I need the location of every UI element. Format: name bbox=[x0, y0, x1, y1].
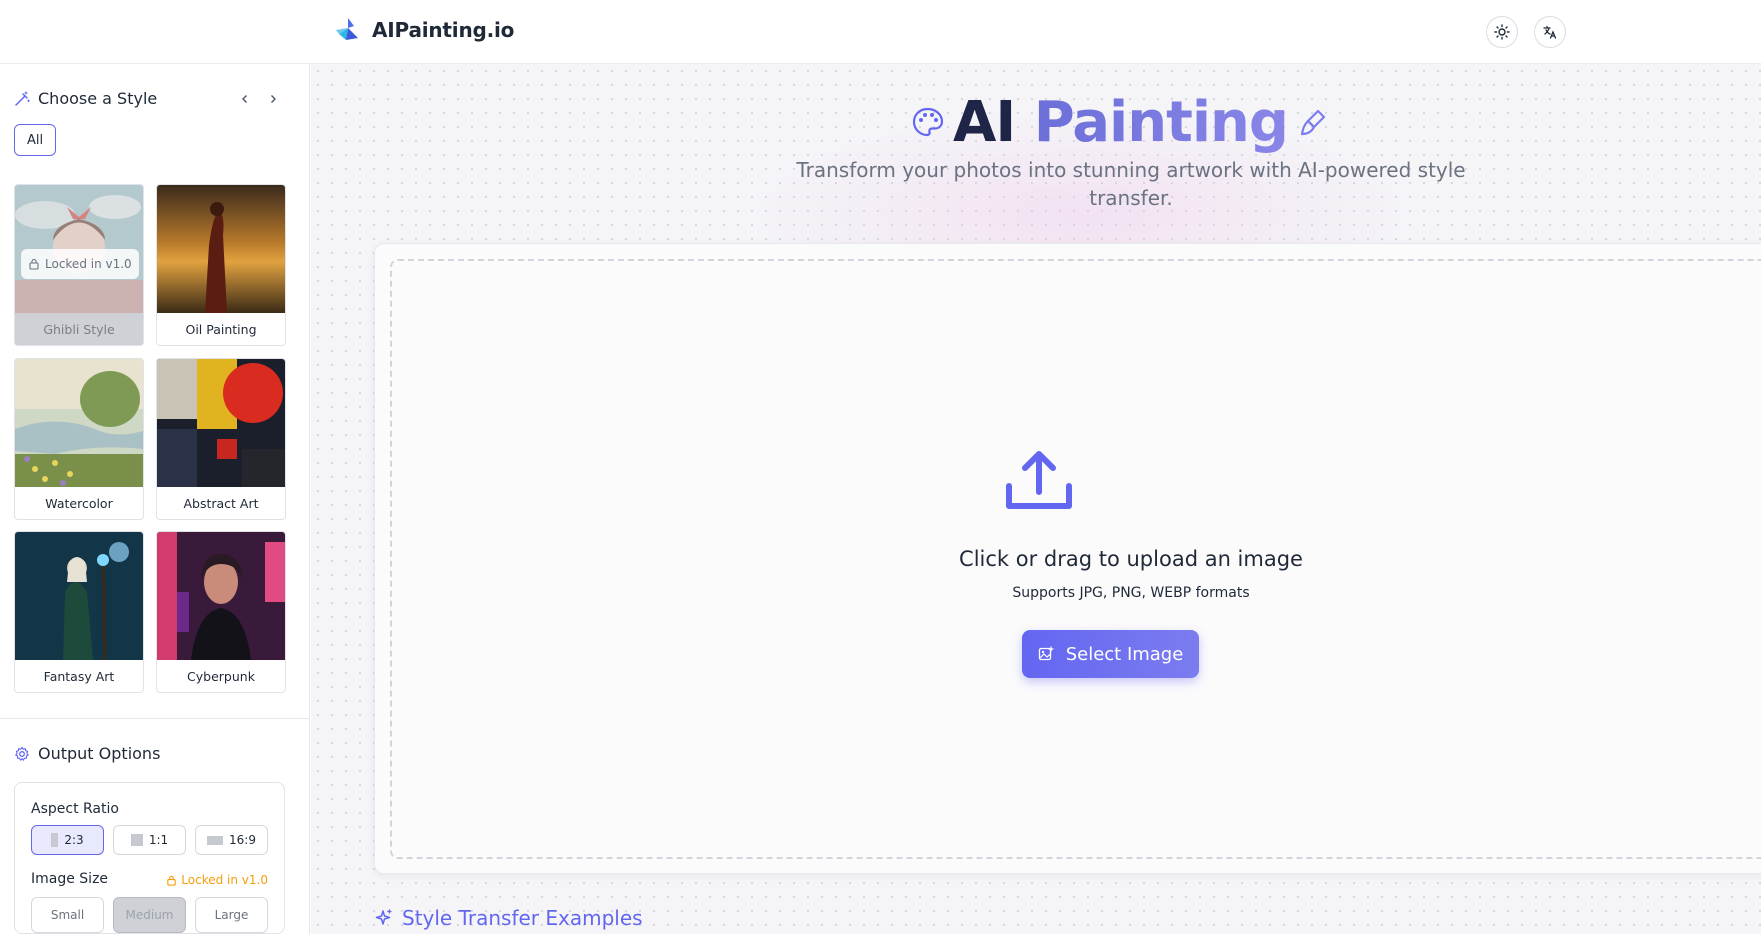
upload-title: Click or drag to upload an image bbox=[959, 547, 1303, 571]
hero-subtitle: Transform your photos into stunning artw… bbox=[796, 158, 1466, 210]
oil-painting-thumbnail bbox=[157, 185, 285, 313]
lock-icon bbox=[29, 258, 39, 270]
sidebar-divider bbox=[0, 718, 309, 719]
lock-icon bbox=[167, 875, 177, 886]
filter-all[interactable]: All bbox=[14, 124, 56, 156]
top-header: AIPainting.io bbox=[0, 0, 1761, 64]
hero-title: AI Painting bbox=[953, 89, 1289, 155]
upload-formats: Supports JPG, PNG, WEBP formats bbox=[1012, 585, 1250, 601]
hero-title-part2: Painting bbox=[1033, 89, 1289, 155]
output-section-title: Output Options bbox=[14, 744, 160, 763]
style-card-label: Ghibli Style bbox=[15, 313, 143, 345]
upload-icon bbox=[1006, 451, 1072, 509]
palette-icon bbox=[912, 107, 944, 137]
style-card-abstract-art[interactable]: Abstract Art bbox=[156, 358, 286, 520]
aspect-ratio-1-1[interactable]: 1:1 bbox=[113, 825, 186, 855]
aspect-ratio-option-label: 2:3 bbox=[64, 833, 84, 847]
select-image-label: Select Image bbox=[1065, 643, 1184, 665]
sun-icon bbox=[1494, 24, 1510, 40]
examples-heading: Style Transfer Examples bbox=[374, 906, 643, 930]
style-card-label: Watercolor bbox=[45, 495, 113, 511]
abstract-art-thumbnail bbox=[157, 359, 285, 487]
output-options-panel: Aspect Ratio 2:3 1:1 16:9 Image Size Loc… bbox=[14, 782, 285, 934]
locked-badge-text: Locked in v1.0 bbox=[45, 257, 132, 271]
style-card-watercolor[interactable]: Watercolor bbox=[14, 358, 144, 520]
output-section-label: Output Options bbox=[38, 744, 161, 763]
style-section-label: Choose a Style bbox=[38, 89, 158, 108]
aspect-ratio-option-label: 1:1 bbox=[148, 833, 169, 847]
aspect-ratio-2-3[interactable]: 2:3 bbox=[31, 825, 104, 855]
style-card-fantasy-art[interactable]: Fantasy Art bbox=[14, 531, 144, 693]
fantasy-art-thumbnail bbox=[15, 532, 143, 660]
style-section-title: Choose a Style bbox=[14, 89, 157, 108]
examples-title: Style Transfer Examples bbox=[402, 906, 643, 930]
style-next-button[interactable] bbox=[262, 88, 284, 110]
style-prev-button[interactable] bbox=[234, 88, 256, 110]
aspect-ratio-option-label: 16:9 bbox=[229, 833, 256, 847]
brand-name: AIPainting.io bbox=[372, 18, 515, 42]
hero-title-part1: AI bbox=[953, 89, 1016, 155]
style-card-cyberpunk[interactable]: Cyberpunk bbox=[156, 531, 286, 693]
magic-wand-icon bbox=[15, 90, 30, 106]
image-size-small[interactable]: Small bbox=[31, 897, 104, 933]
style-card-oil-painting[interactable]: Oil Painting bbox=[156, 184, 286, 346]
theme-toggle-button[interactable] bbox=[1486, 16, 1518, 48]
settings-icon bbox=[15, 746, 29, 761]
portrait-ratio-icon bbox=[51, 833, 59, 847]
image-size-large[interactable]: Large bbox=[195, 897, 268, 933]
square-ratio-icon bbox=[130, 834, 143, 846]
sparkles-icon bbox=[375, 909, 392, 925]
main-content: AI Painting Transform your photos into s… bbox=[311, 64, 1761, 934]
image-size-label: Image Size bbox=[31, 871, 109, 887]
chevron-right-icon bbox=[271, 95, 276, 103]
image-size-lock-note: Locked in v1.0 bbox=[166, 873, 268, 887]
style-card-label: Cyberpunk bbox=[187, 668, 255, 684]
aspect-ratio-16-9[interactable]: 16:9 bbox=[195, 825, 268, 855]
style-card-label: Abstract Art bbox=[183, 495, 259, 511]
translate-icon bbox=[1543, 25, 1557, 39]
style-card-ghibli[interactable]: Locked in v1.0 Ghibli Style bbox=[14, 184, 144, 346]
lock-note-text: Locked in v1.0 bbox=[181, 873, 268, 887]
image-add-icon bbox=[1038, 646, 1054, 661]
landscape-ratio-icon bbox=[207, 835, 224, 845]
locked-badge: Locked in v1.0 bbox=[21, 249, 139, 279]
image-size-medium[interactable]: Medium bbox=[113, 897, 186, 933]
aspect-ratio-label: Aspect Ratio bbox=[31, 801, 119, 817]
watercolor-thumbnail bbox=[15, 359, 143, 487]
chevron-left-icon bbox=[242, 95, 247, 103]
brand[interactable]: AIPainting.io bbox=[334, 16, 514, 44]
logo-icon bbox=[336, 18, 358, 40]
paintbrush-icon bbox=[1300, 109, 1326, 136]
style-card-label: Oil Painting bbox=[185, 321, 257, 337]
hero-heading: AI Painting bbox=[911, 89, 1330, 155]
select-image-button[interactable]: Select Image bbox=[1022, 630, 1199, 678]
style-card-label: Fantasy Art bbox=[43, 668, 115, 684]
language-button[interactable] bbox=[1534, 16, 1566, 48]
cyberpunk-thumbnail bbox=[157, 532, 285, 660]
